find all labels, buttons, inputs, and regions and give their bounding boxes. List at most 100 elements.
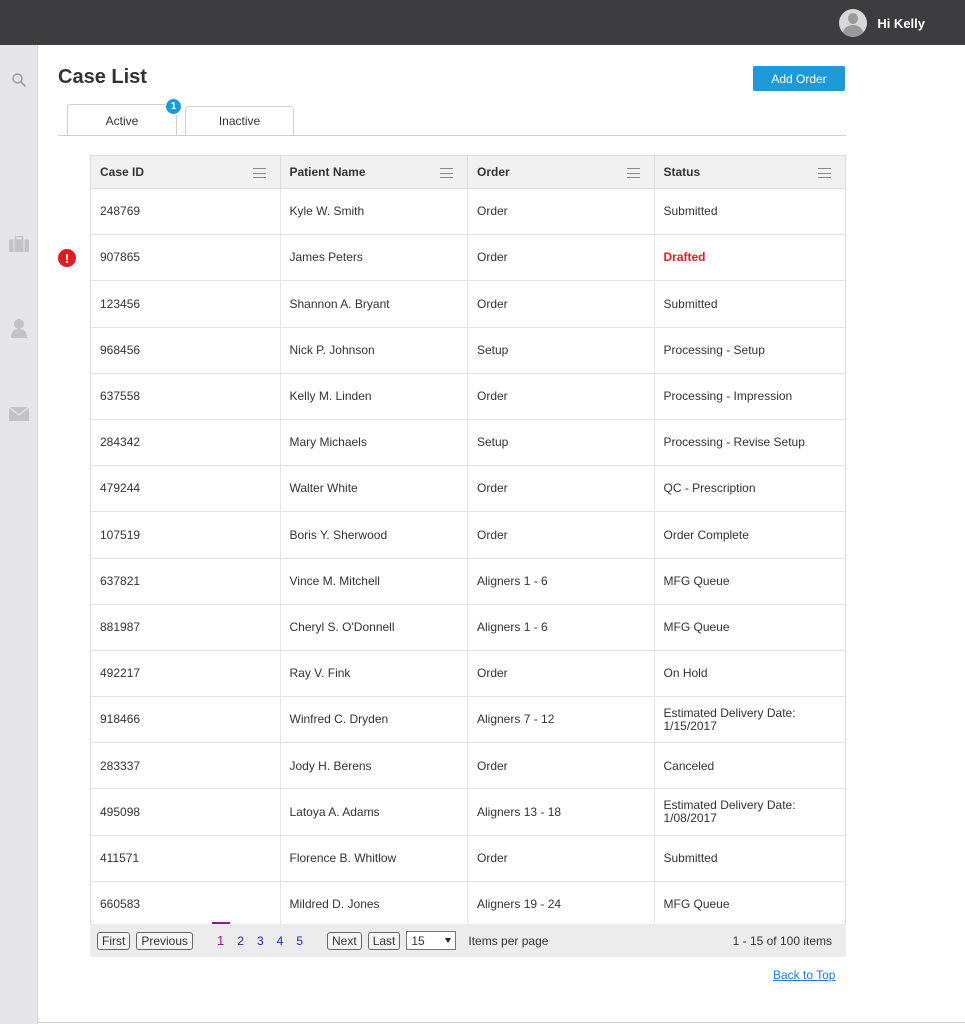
- column-label: Status: [663, 165, 701, 179]
- case-id-cell: 411571: [91, 835, 281, 881]
- user-greeting[interactable]: Hi Kelly: [877, 16, 925, 31]
- first-page-button[interactable]: First: [97, 931, 131, 950]
- column-label: Patient Name: [289, 165, 366, 179]
- previous-page-button[interactable]: Previous: [136, 931, 194, 950]
- column-label: Order: [477, 165, 510, 179]
- page-link-4[interactable]: 4: [277, 934, 284, 948]
- status-cell: QC - Prescription: [663, 481, 756, 496]
- user-menu[interactable]: Hi Kelly: [839, 9, 925, 37]
- case-id-cell: 968456: [91, 327, 281, 373]
- table-row[interactable]: 479244 Walter White Order QC - Prescription: [91, 466, 845, 513]
- tab-active[interactable]: Active: [67, 104, 177, 136]
- order-cell: Order: [468, 281, 655, 327]
- column-menu-icon[interactable]: [626, 168, 640, 178]
- case-id-cell: 107519: [91, 512, 281, 558]
- table-row[interactable]: 284342 Mary Michaels Setup Processing - Rev…: [91, 419, 845, 467]
- table-row[interactable]: 123456 Shannon A. Bryant Order Submitted: [91, 281, 845, 328]
- page-link-2[interactable]: 2: [237, 934, 244, 948]
- table-row[interactable]: 283337 Jody H. Berens Order Canceled: [91, 743, 845, 790]
- table-row[interactable]: 411571 Florence B. Whitlow Order Submitted: [91, 835, 845, 882]
- case-id-cell: 637821: [91, 558, 281, 604]
- tab-inactive[interactable]: Inactive: [185, 106, 294, 135]
- table-row[interactable]: 881987 Cheryl S. O'Donnell Aligners 1 - 6 M…: [91, 604, 845, 651]
- top-bar: Hi Kelly: [0, 0, 965, 45]
- order-cell: Order: [468, 743, 655, 789]
- status-cell: Processing - Revise Setup: [663, 435, 805, 450]
- order-cell: Order: [468, 373, 655, 419]
- order-cell: Aligners 1 - 6: [468, 558, 655, 604]
- status-cell: Order Complete: [663, 527, 749, 542]
- status-cell: Processing - Setup: [663, 342, 765, 357]
- table-row[interactable]: 968456 Nick P. Johnson Setup Processing - S…: [91, 327, 845, 374]
- patient-name-cell: Vince M. Mitchell: [281, 558, 468, 604]
- case-id-cell: 479244: [91, 466, 281, 512]
- patient-name-cell: Shannon A. Bryant: [281, 281, 468, 327]
- table-header: Case ID Patient Name Order Status: [90, 155, 846, 189]
- status-cell: Submitted: [663, 296, 718, 311]
- table-row[interactable]: 248769 Kyle W. Smith Order Submitted: [91, 189, 845, 236]
- alert-icon: !: [58, 249, 76, 268]
- column-menu-icon[interactable]: [440, 168, 453, 178]
- briefcase-icon[interactable]: [8, 233, 30, 255]
- search-icon[interactable]: [8, 69, 30, 91]
- status-cell: Estimated Delivery Date: 1/15/2017: [663, 706, 796, 733]
- page-link-5[interactable]: 5: [296, 934, 303, 948]
- content-bottom-border: [38, 1022, 965, 1023]
- order-cell: Order: [468, 189, 655, 235]
- status-cell: MFG Queue: [663, 573, 730, 588]
- order-cell: Setup: [468, 419, 655, 466]
- patient-name-cell: Kelly M. Linden: [281, 373, 468, 419]
- order-cell: Aligners 19 - 24: [468, 881, 655, 927]
- status-cell: Submitted: [663, 850, 718, 865]
- order-cell: Setup: [468, 327, 655, 373]
- case-id-cell: 637558: [91, 373, 281, 419]
- mail-icon[interactable]: [8, 403, 30, 425]
- back-to-top-link[interactable]: Back to Top: [773, 968, 835, 982]
- items-per-page-label: Items per page: [468, 933, 549, 948]
- table-row[interactable]: 492217 Ray V. Fink Order On Hold: [91, 650, 845, 698]
- order-cell: Aligners 7 - 12: [468, 697, 655, 743]
- case-id-cell: 660583: [91, 881, 281, 927]
- patient-name-cell: Florence B. Whitlow: [281, 835, 468, 881]
- pagination-bar: First Previous 1 2 3 4 5 Next Last 15 It…: [90, 922, 846, 957]
- table-row[interactable]: 637558 Kelly M. Linden Order Processing - I…: [91, 373, 845, 420]
- table-row[interactable]: 495098 Latoya A. Adams Aligners 13 - 18 Est…: [91, 789, 845, 836]
- case-id-cell: 495098: [91, 789, 281, 835]
- status-cell: MFG Queue: [663, 619, 730, 634]
- status-cell: Canceled: [663, 758, 715, 773]
- items-summary: 1 - 15 of 100 items: [732, 933, 832, 948]
- table-row[interactable]: 918466 Winfred C. Dryden Aligners 7 - 12 Es…: [91, 697, 845, 744]
- status-cell: MFG Queue: [663, 897, 730, 912]
- column-header-patient-name[interactable]: Patient Name: [281, 156, 468, 188]
- case-table: Case ID Patient Name Order Status 248769…: [58, 155, 846, 928]
- table-row[interactable]: 660583 Mildred D. Jones Aligners 19 - 24 MF…: [91, 881, 845, 928]
- patient-name-cell: Winfred C. Dryden: [281, 697, 468, 743]
- next-page-button[interactable]: Next: [327, 931, 362, 950]
- case-id-cell: 918466: [91, 697, 281, 743]
- case-id-cell: 283337: [91, 743, 281, 789]
- patient-name-cell: Cheryl S. O'Donnell: [281, 604, 468, 650]
- column-header-order[interactable]: Order: [468, 156, 655, 188]
- page-size-select[interactable]: 15: [406, 931, 457, 950]
- table-row[interactable]: 637821 Vince M. Mitchell Aligners 1 - 6 MFG…: [91, 558, 845, 605]
- column-menu-icon[interactable]: [818, 168, 831, 178]
- last-page-button[interactable]: Last: [367, 931, 401, 950]
- add-order-button[interactable]: Add Order: [753, 66, 845, 91]
- patient-name-cell: Latoya A. Adams: [281, 789, 468, 835]
- column-label: Case ID: [100, 165, 145, 179]
- page-link-1[interactable]: 1: [211, 922, 231, 948]
- person-icon[interactable]: [8, 317, 30, 339]
- patient-name-cell: James Peters: [281, 235, 468, 281]
- active-count-badge: 1: [165, 98, 182, 115]
- sidebar: [0, 45, 38, 1024]
- patient-name-cell: Walter White: [281, 466, 468, 512]
- page-link-3[interactable]: 3: [257, 934, 264, 948]
- column-header-case-id[interactable]: Case ID: [91, 156, 281, 188]
- column-header-status[interactable]: Status: [655, 156, 846, 188]
- user-avatar-icon[interactable]: [839, 9, 868, 37]
- status-cell: Submitted: [663, 204, 718, 219]
- column-menu-icon[interactable]: [252, 168, 266, 178]
- status-cell: Estimated Delivery Date: 1/08/2017: [663, 798, 796, 826]
- table-row[interactable]: ! 907865 James Peters Order Drafted: [58, 235, 845, 282]
- table-row[interactable]: 107519 Boris Y. Sherwood Order Order Comple…: [91, 512, 845, 559]
